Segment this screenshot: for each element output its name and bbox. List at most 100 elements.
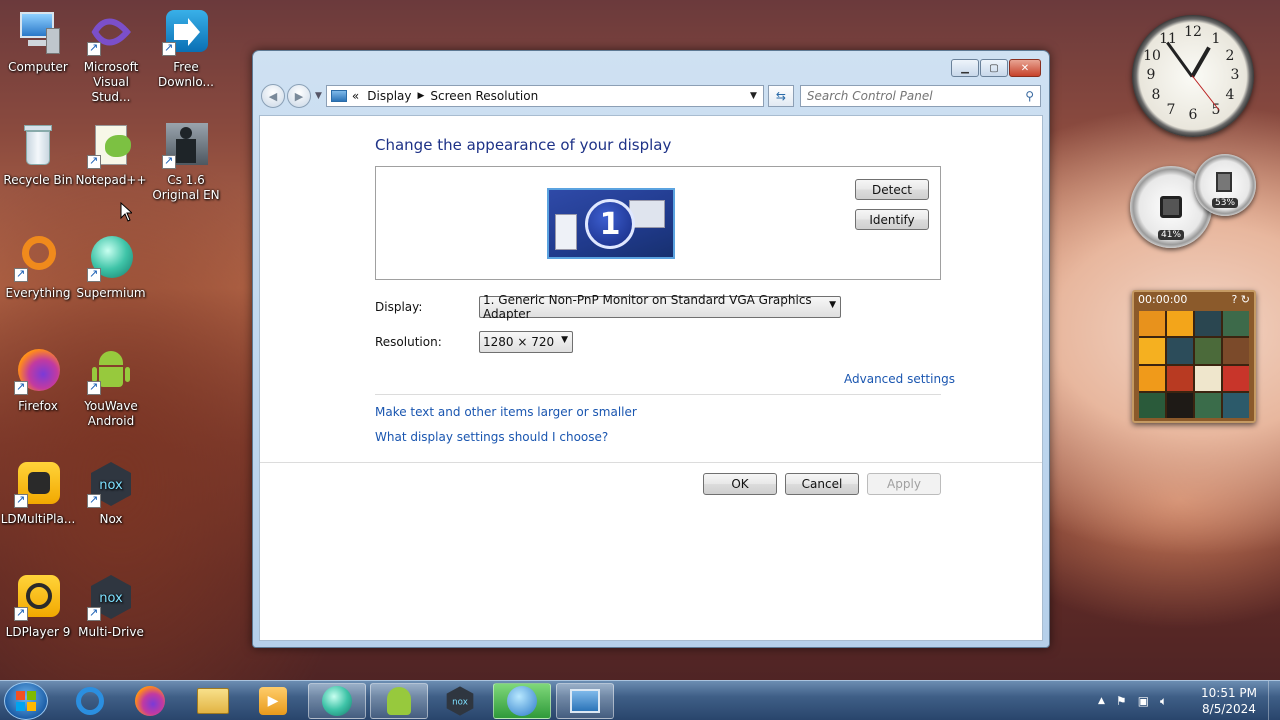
desktop-icon-free-download[interactable]: Free Downlo... — [148, 8, 224, 90]
breadcrumb-display[interactable]: Display — [367, 89, 411, 103]
cpu-icon — [1160, 196, 1182, 218]
refresh-button[interactable]: ⇆ — [767, 85, 794, 107]
taskbar-supermium[interactable] — [308, 683, 366, 719]
taskbar-firefox[interactable] — [121, 683, 179, 719]
clock-number: 3 — [1230, 67, 1240, 83]
download-manager-icon — [507, 686, 537, 716]
show-desktop-button[interactable] — [1268, 681, 1280, 720]
desktop-icon-label: Nox — [99, 512, 123, 526]
action-center-flag-icon[interactable]: ⚑ — [1116, 694, 1127, 708]
android-icon — [87, 347, 135, 395]
cancel-button[interactable]: Cancel — [785, 473, 859, 495]
cpu-percent: 41% — [1157, 230, 1185, 240]
desktop-icon-label: LDPlayer 9 — [5, 625, 71, 639]
desktop-icon-label: Notepad++ — [75, 173, 147, 187]
minimize-button[interactable]: ▁ — [951, 59, 979, 77]
maximize-icon: ▢ — [989, 62, 999, 74]
search-icon[interactable]: ⚲ — [1025, 89, 1034, 103]
clock-number: 12 — [1184, 24, 1202, 40]
recent-pages-dropdown-icon[interactable]: ▼ — [315, 91, 322, 101]
svg-text:nox: nox — [452, 697, 468, 707]
nox-icon: nox — [446, 686, 474, 716]
desktop-icon-nox[interactable]: nox Nox — [73, 460, 149, 527]
text-size-link[interactable]: Make text and other items larger or smal… — [375, 405, 637, 419]
windows-logo-icon — [16, 691, 36, 711]
taskbar-clock[interactable]: 10:51 PM 8/5/2024 — [1196, 685, 1262, 717]
monitor-1-tile[interactable]: 1 — [547, 188, 675, 259]
back-button[interactable]: ◀ — [261, 84, 285, 108]
resolution-select-value: 1280 × 720 — [483, 335, 555, 349]
address-dropdown-icon[interactable]: ▼ — [750, 91, 757, 101]
close-button[interactable]: ✕ — [1009, 59, 1041, 77]
maximize-button[interactable]: ▢ — [980, 59, 1008, 77]
volume-muted-icon[interactable]: 🔈︎ — [1160, 694, 1167, 709]
svg-text:nox: nox — [99, 591, 123, 606]
show-hidden-icons-icon[interactable]: ▲ — [1098, 696, 1105, 706]
taskbar-download-manager[interactable] — [493, 683, 551, 719]
close-icon: ✕ — [1020, 62, 1030, 74]
clock-gadget[interactable]: 12 1 2 3 4 5 6 7 8 9 10 11 — [1132, 15, 1254, 137]
memory-meter-gadget[interactable]: 53% — [1194, 154, 1256, 216]
search-input[interactable] — [806, 89, 1026, 103]
clock-number: 7 — [1166, 102, 1176, 118]
desktop-icon-supermium[interactable]: Supermium — [73, 234, 149, 301]
system-tray: ▲ ⚑ ▣ 🔈︎ — [1098, 681, 1167, 720]
puzzle-help-icon[interactable]: ? ↻ — [1231, 293, 1250, 307]
ok-button[interactable]: OK — [703, 473, 777, 495]
android-icon — [387, 687, 411, 715]
search-box[interactable]: ⚲ — [799, 85, 1041, 107]
desktop-icon-computer[interactable]: Computer — [0, 8, 76, 75]
clock-hour-hand — [1190, 46, 1211, 78]
identify-button[interactable]: Identify — [855, 209, 929, 230]
desktop-icon-notepad-plus-plus[interactable]: Notepad++ — [73, 121, 149, 188]
refresh-icon: ⇆ — [775, 89, 786, 103]
puzzle-grid[interactable] — [1139, 311, 1249, 418]
desktop-icon-ldplayer[interactable]: LDPlayer 9 — [0, 573, 76, 640]
desktop-icon-multi-drive[interactable]: nox Multi-Drive — [73, 573, 149, 640]
desktop-icon-everything[interactable]: Everything — [0, 234, 76, 301]
desktop-icon-label: Firefox — [18, 399, 58, 413]
visual-studio-icon — [87, 8, 135, 56]
taskbar-media-player[interactable]: ▶ — [244, 683, 302, 719]
supermium-browser-icon — [322, 686, 352, 716]
desktop-icon-ldmultiplayer[interactable]: LDMultiPla... — [0, 460, 76, 527]
advanced-settings-link[interactable]: Advanced settings — [844, 372, 955, 386]
desktop-icon-youwave-android[interactable]: YouWave Android — [73, 347, 149, 429]
recycle-bin-icon — [14, 121, 62, 169]
forward-button[interactable]: ▶ — [287, 84, 311, 108]
breadcrumb-screen-resolution[interactable]: Screen Resolution — [430, 89, 538, 103]
taskbar-internet-explorer[interactable] — [61, 683, 119, 719]
taskbar-date: 8/5/2024 — [1202, 702, 1256, 716]
monitor-number-badge: 1 — [585, 199, 635, 249]
start-button[interactable] — [4, 682, 48, 720]
firefox-icon — [14, 347, 62, 395]
detect-button[interactable]: Detect — [855, 179, 929, 200]
picture-puzzle-gadget[interactable]: 00:00:00 ? ↻ — [1132, 290, 1256, 423]
breadcrumb-arrow-icon[interactable]: ▶ — [418, 91, 425, 101]
desktop-icon-recycle-bin[interactable]: Recycle Bin — [0, 121, 76, 188]
back-arrow-icon: ◀ — [268, 89, 278, 103]
apply-button[interactable]: Apply — [867, 473, 941, 495]
address-bar[interactable]: « Display ▶ Screen Resolution ▼ — [325, 85, 764, 107]
counter-strike-icon — [162, 121, 210, 169]
clock-number: 8 — [1151, 87, 1161, 103]
display-help-link[interactable]: What display settings should I choose? — [375, 430, 608, 444]
desktop-icon-counter-strike[interactable]: Cs 1.6 Original EN — [148, 121, 224, 203]
taskbar-file-explorer[interactable] — [184, 683, 242, 719]
display-select[interactable]: 1. Generic Non-PnP Monitor on Standard V… — [479, 293, 841, 321]
desktop-icon-visual-studio[interactable]: Microsoft Visual Stud... — [73, 8, 149, 105]
taskbar-nox[interactable]: nox — [431, 683, 489, 719]
nox-icon: nox — [87, 460, 135, 508]
resolution-select[interactable]: 1280 × 720 ▼ — [479, 331, 573, 353]
taskbar-control-panel[interactable] — [556, 683, 614, 719]
network-icon[interactable]: ▣ — [1138, 694, 1149, 708]
divider — [260, 462, 1042, 463]
desktop-icon-firefox[interactable]: Firefox — [0, 347, 76, 414]
monitor-preview-area: 1 Detect Identify — [375, 166, 941, 280]
desktop-icon-label: Cs 1.6 Original EN — [152, 173, 220, 202]
desktop-icon-label: LDMultiPla... — [0, 512, 76, 526]
nox-multidrive-icon: nox — [87, 573, 135, 621]
svg-text:nox: nox — [99, 478, 123, 493]
breadcrumb-overflow[interactable]: « — [352, 89, 359, 103]
taskbar-android[interactable] — [370, 683, 428, 719]
